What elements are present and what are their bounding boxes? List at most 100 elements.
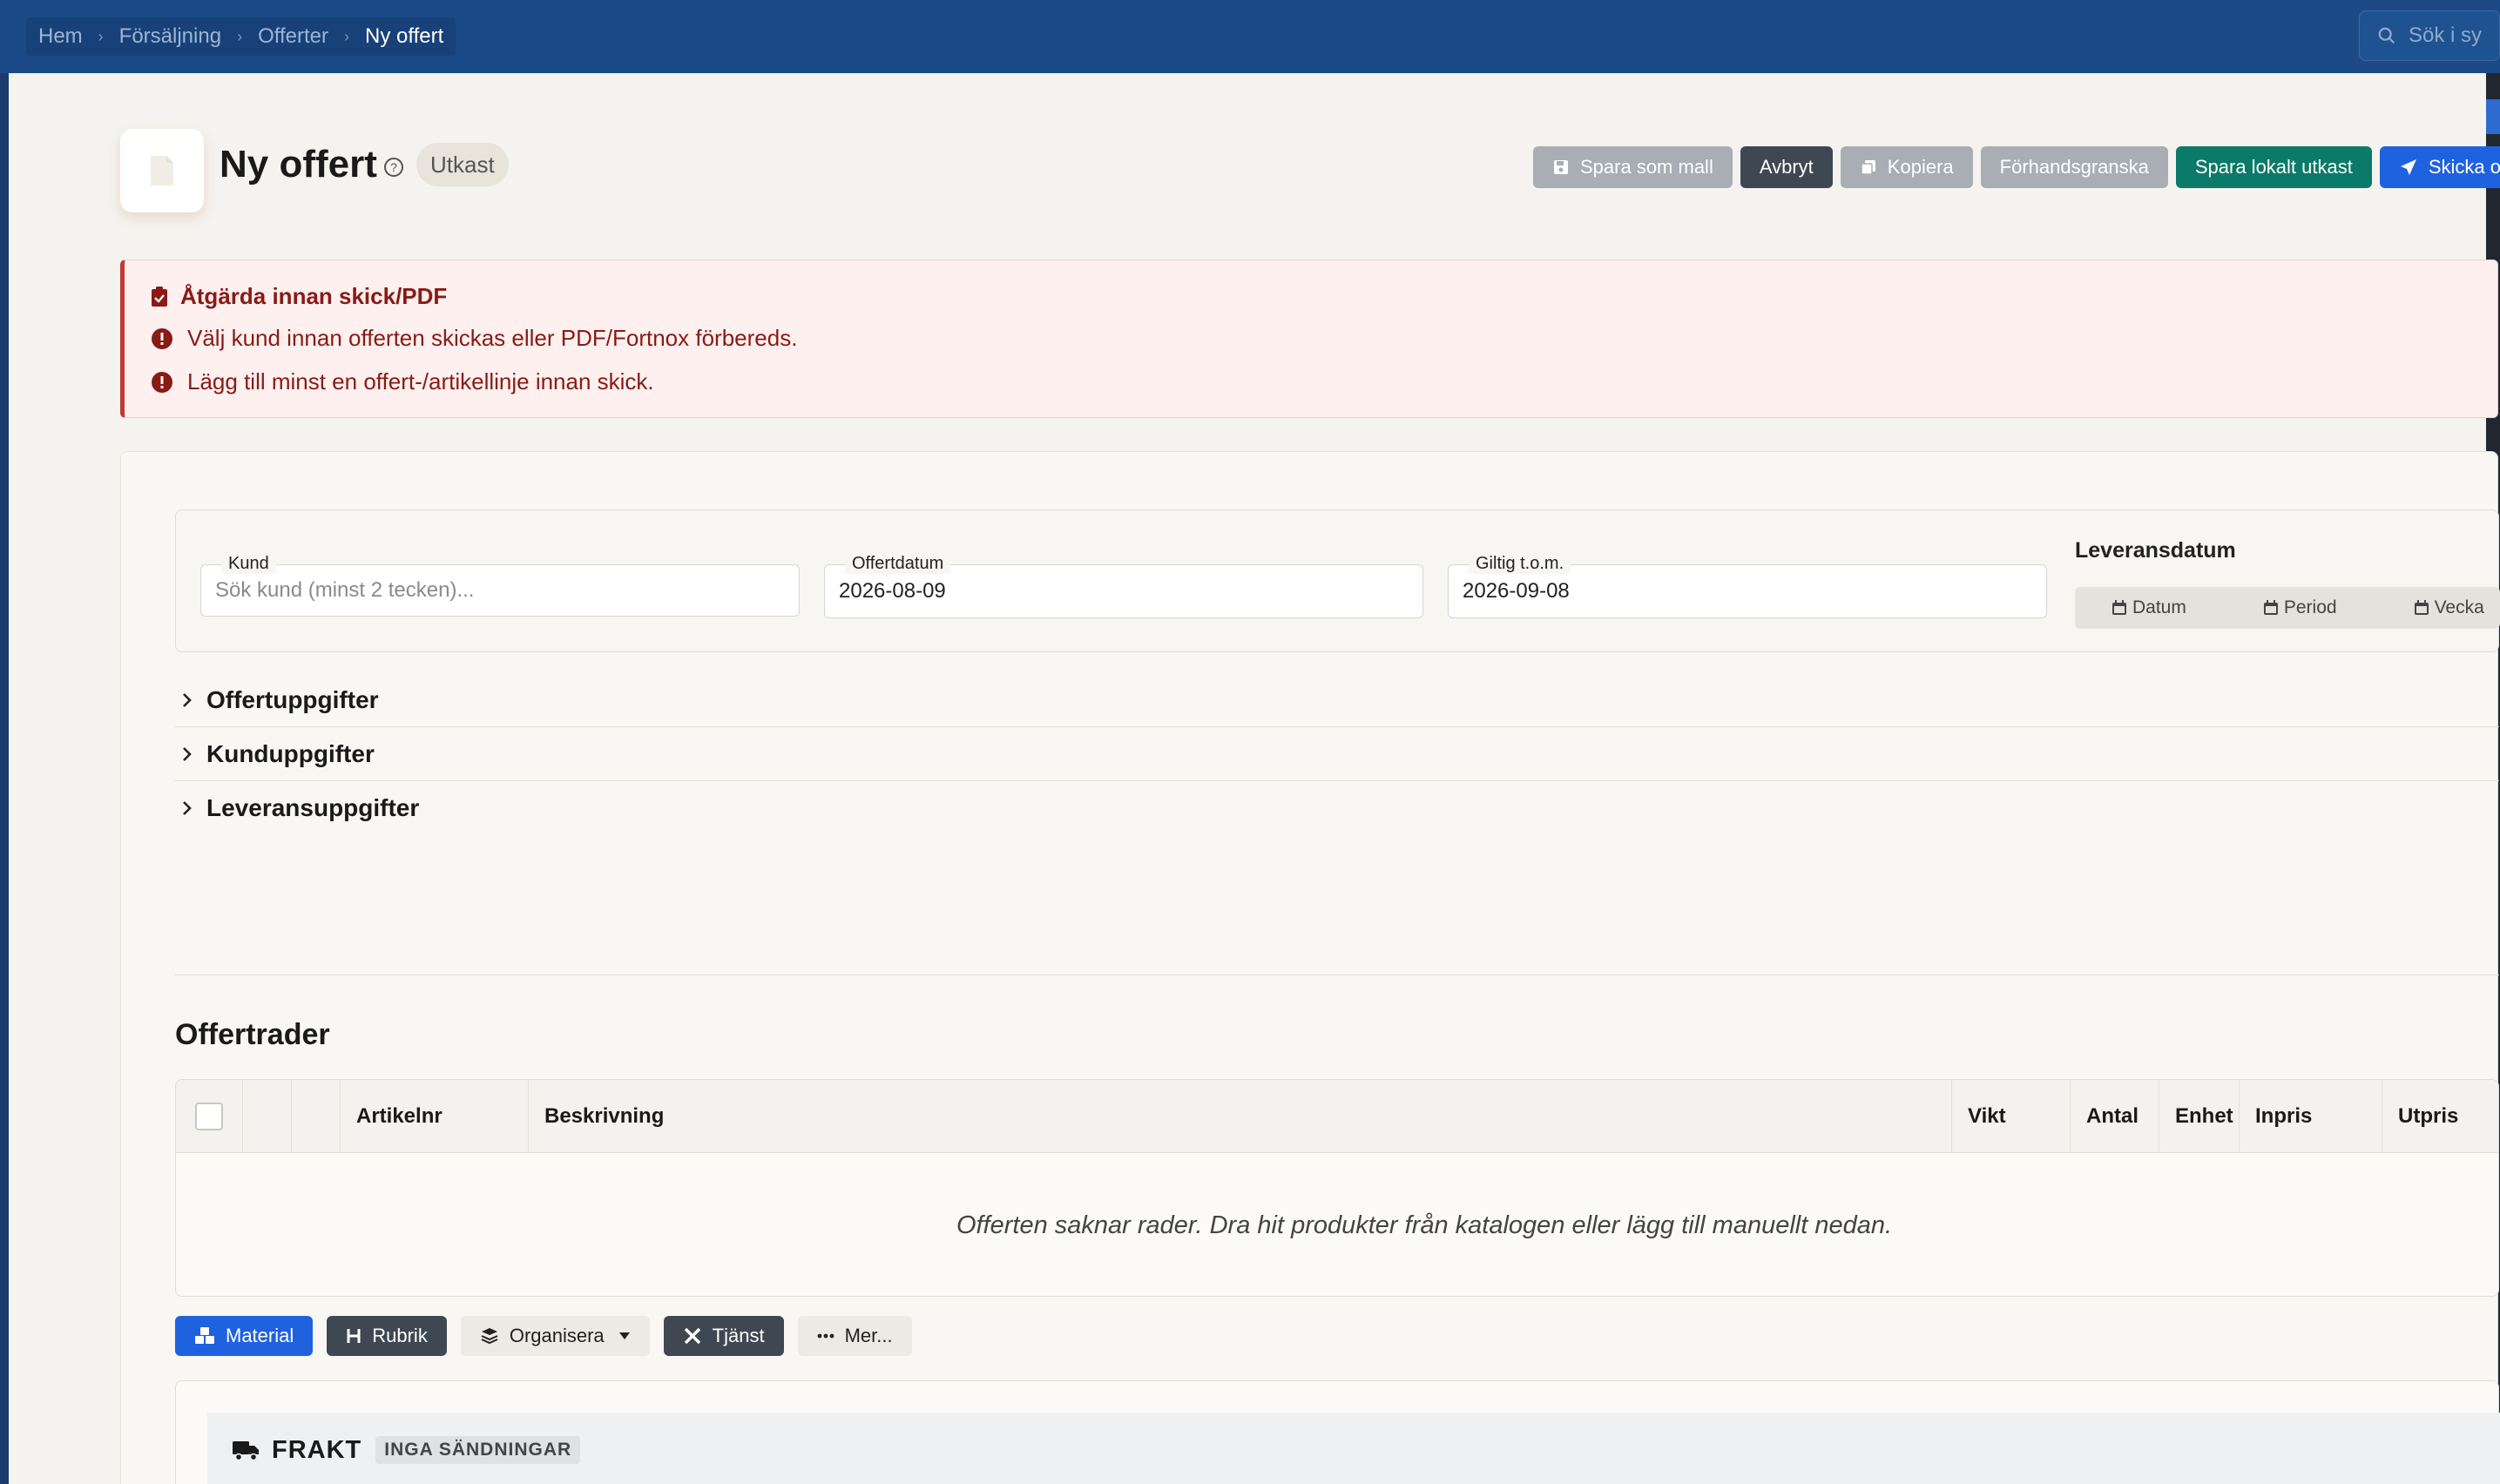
svg-text:?: ? (390, 160, 397, 174)
top-bar: Hem › Försäljning › Offerter › Ny offert… (0, 0, 2500, 73)
section-quote-details-label: Offertuppgifter (206, 685, 379, 713)
clipboard-check-icon (152, 286, 167, 307)
table-header: Artikelnr Beskrivning Vikt Antal Enhet I… (176, 1080, 2498, 1153)
customer-label: Kund (221, 554, 276, 574)
alert-message-text: Välj kund innan offerten skickas eller P… (187, 325, 798, 351)
chevron-right-icon (183, 746, 192, 761)
calendar-icon (2263, 600, 2278, 615)
status-badge: Utkast (416, 143, 509, 186)
empty-rows-message: Offerten saknar rader. Dra hit produkter… (956, 1211, 1893, 1239)
delivery-mode-toggle: Datum Period Vecka (2075, 587, 2500, 629)
breadcrumb-separator-icon: › (237, 27, 243, 45)
global-search-placeholder: Sök i sy (2409, 24, 2483, 47)
save-local-label: Spara lokalt utkast (2194, 156, 2353, 178)
organize-dropdown[interactable]: Organisera (460, 1316, 650, 1356)
breadcrumb-current: Ny offert (364, 24, 444, 48)
save-template-label: Spara som mall (1580, 156, 1713, 178)
send-quote-button[interactable]: Skicka offe (2379, 146, 2500, 188)
heading-icon (347, 1329, 361, 1343)
more-button[interactable]: Mer... (797, 1316, 912, 1356)
quote-date-label: Offertdatum (845, 554, 951, 574)
tools-icon (684, 1327, 700, 1345)
breadcrumb-separator-icon: › (343, 27, 349, 45)
delivery-mode-period-label: Period (2283, 597, 2337, 617)
breadcrumb-home[interactable]: Hem (33, 24, 88, 49)
valid-until-label: Giltig t.o.m. (1469, 554, 1571, 574)
alert-title-text: Åtgärda innan skick/PDF (180, 283, 448, 309)
cancel-label: Avbryt (1759, 156, 1814, 178)
section-customer-details[interactable]: Kunduppgifter (175, 727, 2499, 781)
side-strip-marker (2486, 99, 2500, 134)
quote-form-card: Sök kund (minst 2 tecken)... Kund 2026-0… (120, 451, 2500, 1484)
shipping-status-badge: INGA SÄNDNINGAR (375, 1436, 581, 1464)
customer-search-placeholder: Sök kund (minst 2 tecken)... (215, 578, 475, 602)
chevron-right-icon (183, 801, 192, 815)
select-all-checkbox[interactable] (195, 1103, 223, 1130)
breadcrumb: Hem › Försäljning › Offerter › Ny offert (26, 17, 456, 56)
delivery-mode-date[interactable]: Datum (2075, 597, 2186, 618)
add-material-button[interactable]: Material (175, 1316, 314, 1356)
customer-search-input[interactable]: Sök kund (minst 2 tecken)... (200, 564, 800, 617)
rows-section-title: Offertrader (175, 1018, 330, 1051)
section-delivery-details[interactable]: Leveransuppgifter (175, 781, 2499, 835)
preview-label: Förhandsgranska (1999, 156, 2149, 178)
breadcrumb-sales[interactable]: Försäljning (114, 24, 226, 49)
delivery-mode-period[interactable]: Period (2186, 597, 2337, 618)
delivery-mode-date-label: Datum (2132, 597, 2186, 617)
add-heading-button[interactable]: Rubrik (327, 1316, 447, 1356)
save-local-draft-button[interactable]: Spara lokalt utkast (2175, 146, 2372, 188)
help-icon[interactable]: ? (383, 157, 404, 182)
document-icon (120, 129, 204, 212)
column-cost-price[interactable]: Inpris (2239, 1080, 2382, 1153)
valid-until-value: 2026-09-08 (1463, 579, 1570, 603)
save-icon (1554, 160, 1568, 174)
column-article-no[interactable]: Artikelnr (340, 1080, 528, 1153)
quote-rows-table: Artikelnr Beskrivning Vikt Antal Enhet I… (175, 1079, 2499, 1297)
cancel-button[interactable]: Avbryt (1740, 146, 1833, 188)
breadcrumb-separator-icon: › (98, 27, 104, 45)
quote-date-value: 2026-08-09 (839, 579, 946, 603)
row-actions: Material Rubrik Organisera Tjänst Mer... (175, 1316, 912, 1356)
add-service-button[interactable]: Tjänst (663, 1316, 784, 1356)
calendar-icon (2112, 600, 2126, 615)
column-sale-price[interactable]: Utpris (2382, 1080, 2498, 1153)
copy-button[interactable]: Kopiera (1840, 146, 1973, 188)
copy-label: Kopiera (1887, 156, 1954, 178)
section-customer-details-label: Kunduppgifter (206, 739, 375, 767)
alert-message: Lägg till minst en offert-/artikellinje … (151, 368, 654, 395)
organize-label: Organisera (509, 1325, 605, 1346)
page-title: Ny offert (220, 143, 377, 186)
add-material-label: Material (226, 1325, 294, 1346)
ellipsis-icon (817, 1333, 834, 1339)
calendar-icon (2414, 600, 2429, 615)
header-toolbar: Spara som mall Avbryt Kopiera Förhandsgr… (1533, 146, 2500, 188)
alert-message: Välj kund innan offerten skickas eller P… (151, 325, 797, 352)
shipping-panel: FRAKT INGA SÄNDNINGAR (175, 1380, 2500, 1484)
delivery-mode-week[interactable]: Vecka (2337, 597, 2484, 618)
column-unit[interactable]: Enhet (2159, 1080, 2239, 1153)
column-weight[interactable]: Vikt (1951, 1080, 2070, 1153)
caret-down-icon (618, 1332, 630, 1339)
add-heading-label: Rubrik (372, 1325, 428, 1346)
more-label: Mer... (844, 1325, 893, 1346)
shipping-title: FRAKT (272, 1435, 362, 1464)
delivery-mode-week-label: Vecka (2434, 597, 2484, 617)
paper-plane-icon (2400, 159, 2416, 175)
add-service-label: Tjänst (712, 1325, 765, 1346)
section-quote-details[interactable]: Offertuppgifter (175, 673, 2499, 727)
save-template-button[interactable]: Spara som mall (1533, 146, 1733, 188)
column-quantity[interactable]: Antal (2070, 1080, 2159, 1153)
layers-icon (481, 1328, 498, 1345)
validation-alert: Åtgärda innan skick/PDF Välj kund innan … (120, 260, 2498, 418)
shipping-header[interactable]: FRAKT INGA SÄNDNINGAR (207, 1413, 2500, 1484)
quote-header-fields: Sök kund (minst 2 tecken)... Kund 2026-0… (175, 509, 2500, 652)
column-description[interactable]: Beskrivning (528, 1080, 1869, 1153)
preview-button[interactable]: Förhandsgranska (1980, 146, 2168, 188)
breadcrumb-quotes[interactable]: Offerter (253, 24, 334, 49)
chevron-right-icon (183, 692, 192, 707)
alert-message-text: Lägg till minst en offert-/artikellinje … (187, 368, 654, 395)
global-search-input[interactable]: Sök i sy (2359, 10, 2500, 61)
search-icon (2378, 27, 2395, 44)
section-delivery-details-label: Leveransuppgifter (206, 794, 420, 821)
column-spacer (291, 1080, 340, 1153)
